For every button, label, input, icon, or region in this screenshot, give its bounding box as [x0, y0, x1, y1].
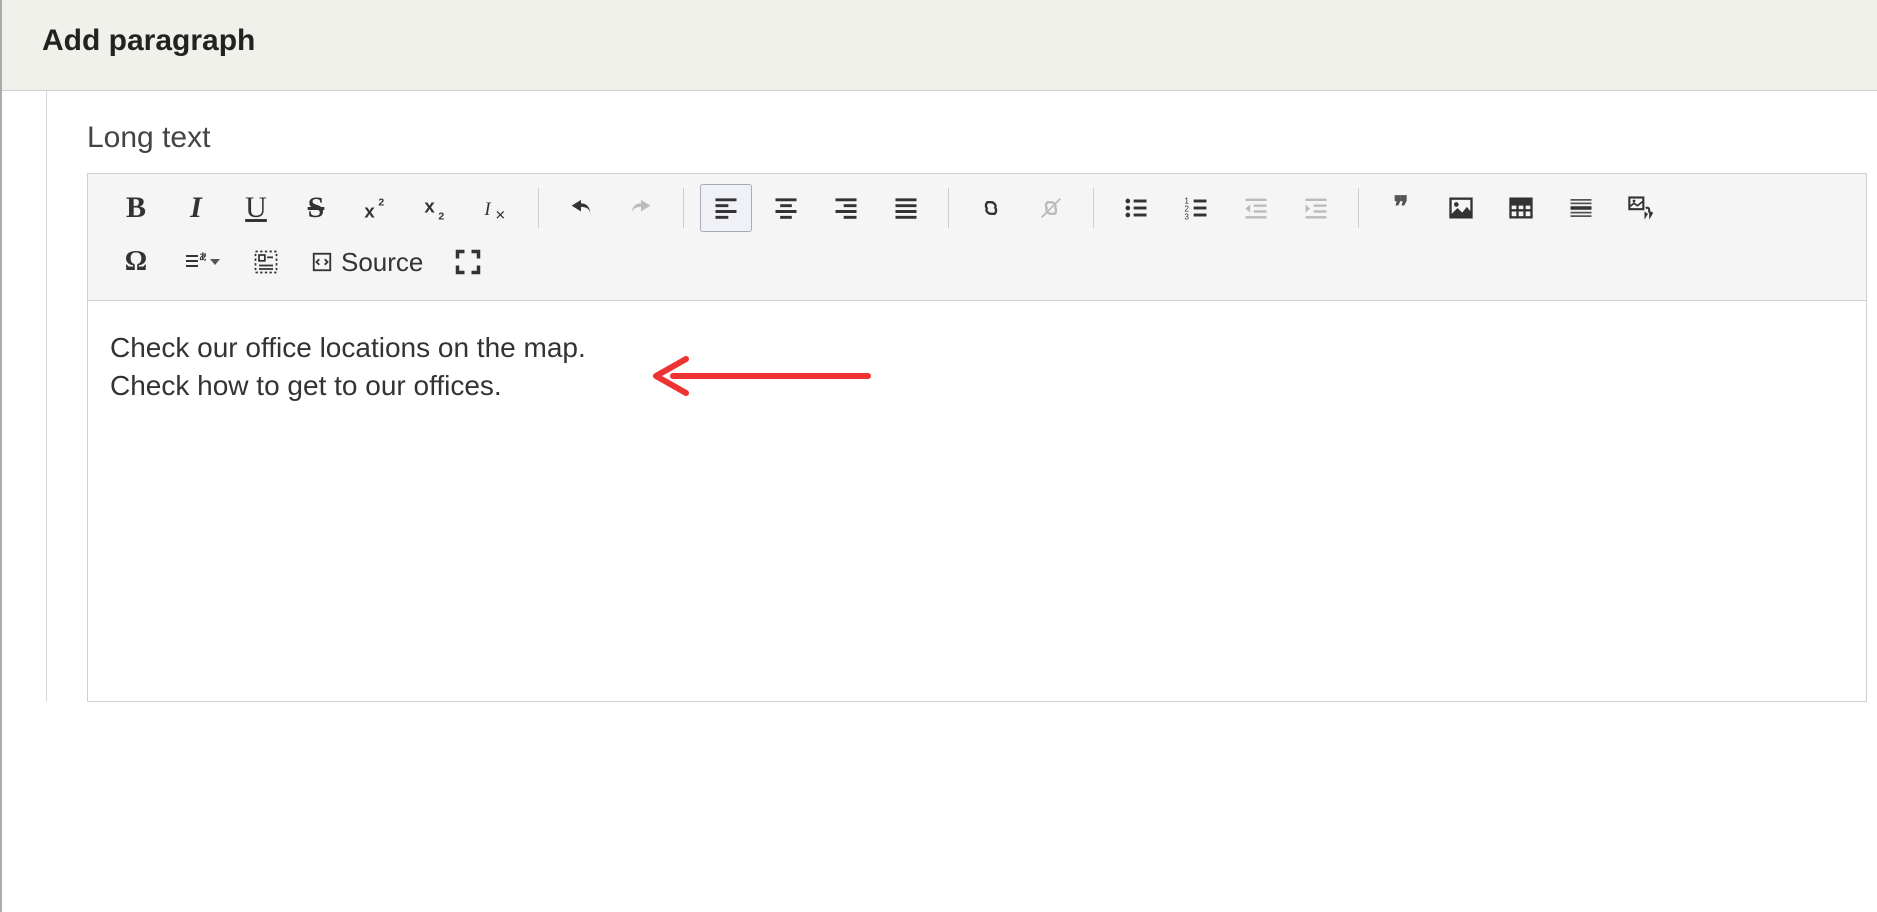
field-container: Long text B I U S x2 x2 I✕: [46, 91, 1877, 702]
special-char-button[interactable]: Ω: [110, 238, 162, 286]
outdent-button[interactable]: [1230, 184, 1282, 232]
align-justify-button[interactable]: [880, 184, 932, 232]
field-label: Long text: [87, 121, 1867, 155]
strikethrough-button[interactable]: S: [290, 184, 342, 232]
content-line: Check our office locations on the map.: [110, 329, 1844, 367]
svg-text:I: I: [483, 199, 491, 220]
link-button[interactable]: [965, 184, 1017, 232]
horizontal-rule-button[interactable]: [1555, 184, 1607, 232]
underline-button[interactable]: U: [230, 184, 282, 232]
source-label: Source: [341, 247, 423, 278]
align-right-button[interactable]: [820, 184, 872, 232]
bold-button[interactable]: B: [110, 184, 162, 232]
rich-text-editor: B I U S x2 x2 I✕: [87, 173, 1867, 702]
bullet-list-button[interactable]: [1110, 184, 1162, 232]
svg-text:2: 2: [438, 211, 444, 222]
image-button[interactable]: [1435, 184, 1487, 232]
header: Add paragraph: [2, 0, 1877, 91]
page-title: Add paragraph: [42, 24, 1837, 58]
separator: [1358, 188, 1359, 228]
maximize-button[interactable]: [442, 238, 494, 286]
language-button[interactable]: あ: [170, 238, 232, 286]
panel: Add paragraph Long text B I U S x2 x2: [0, 0, 1877, 912]
editor-content-area[interactable]: Check our office locations on the map. C…: [88, 301, 1866, 701]
indent-button[interactable]: [1290, 184, 1342, 232]
svg-text:あ: あ: [199, 252, 206, 262]
svg-text:✕: ✕: [495, 208, 506, 222]
separator: [1093, 188, 1094, 228]
separator: [948, 188, 949, 228]
content-line: Check how to get to our offices.: [110, 367, 1844, 405]
svg-text:x: x: [364, 200, 375, 221]
remove-format-button[interactable]: I✕: [470, 184, 522, 232]
chevron-down-icon: [210, 259, 220, 265]
show-blocks-button[interactable]: [240, 238, 292, 286]
unlink-button[interactable]: [1025, 184, 1077, 232]
separator: [538, 188, 539, 228]
editor-toolbar: B I U S x2 x2 I✕: [88, 174, 1866, 301]
separator: [683, 188, 684, 228]
svg-text:2: 2: [378, 197, 384, 209]
italic-button[interactable]: I: [170, 184, 222, 232]
align-center-button[interactable]: [760, 184, 812, 232]
align-left-button[interactable]: [700, 184, 752, 232]
blockquote-button[interactable]: ❞: [1375, 184, 1427, 232]
svg-text:3: 3: [1184, 213, 1189, 222]
source-button[interactable]: Source: [300, 238, 434, 286]
undo-button[interactable]: [555, 184, 607, 232]
superscript-button[interactable]: x2: [350, 184, 402, 232]
media-button[interactable]: [1615, 184, 1667, 232]
table-button[interactable]: [1495, 184, 1547, 232]
numbered-list-button[interactable]: 123: [1170, 184, 1222, 232]
subscript-button[interactable]: x2: [410, 184, 462, 232]
svg-text:x: x: [424, 196, 435, 217]
redo-button[interactable]: [615, 184, 667, 232]
